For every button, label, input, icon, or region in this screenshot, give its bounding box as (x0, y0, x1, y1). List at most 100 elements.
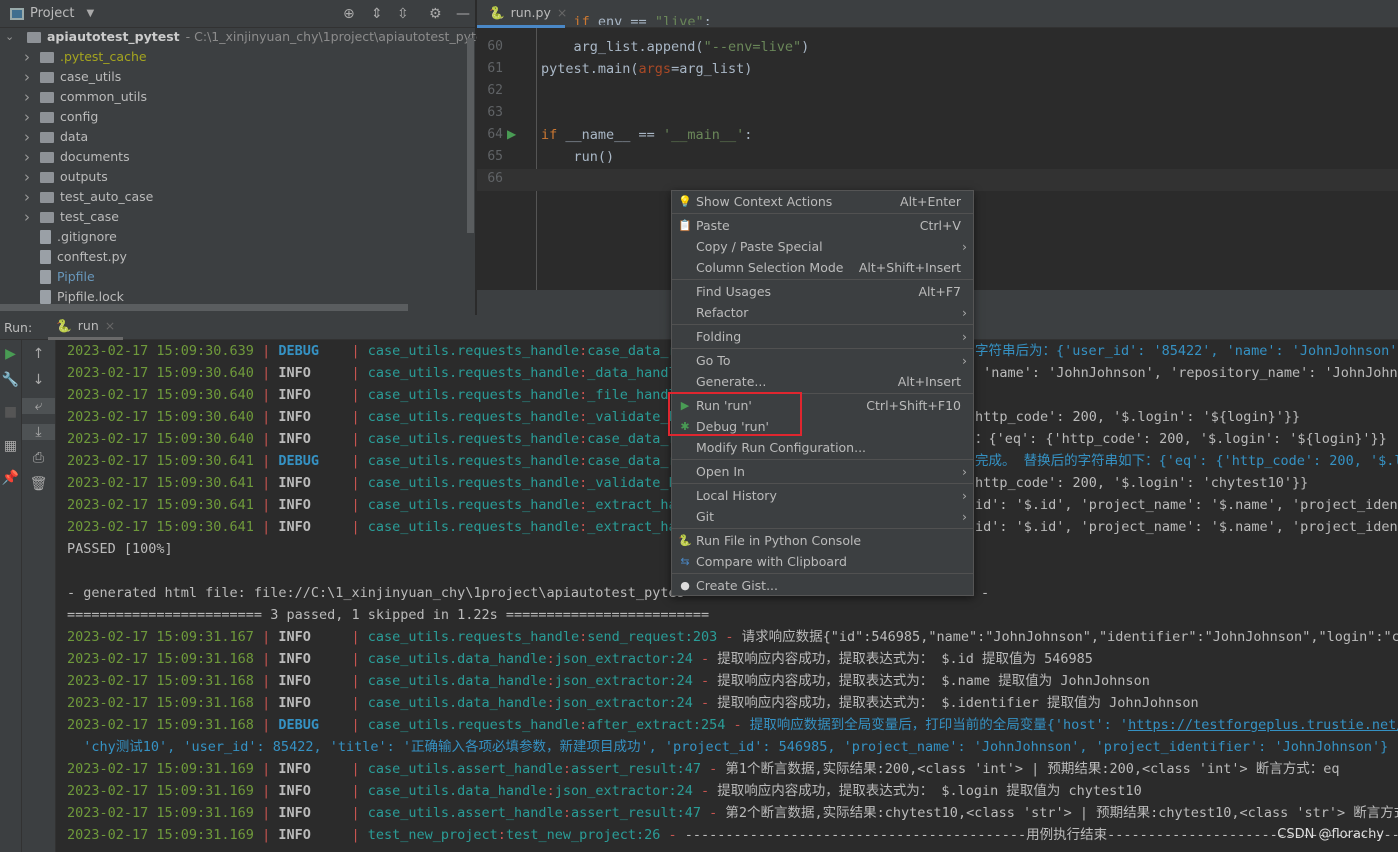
log-continuation: 'chy测试10', 'user_id': 85422, 'title': '正… (67, 739, 1389, 755)
hide-icon[interactable]: — (456, 6, 470, 22)
print-icon[interactable]: ⎙ (22, 450, 55, 466)
chevron-right-icon[interactable]: › (24, 147, 34, 167)
log-module: case_utils.requests_handle (367, 629, 580, 645)
menu-item-git[interactable]: Git › (672, 506, 973, 527)
chevron-right-icon[interactable]: › (24, 127, 34, 147)
menu-item-folding[interactable]: Folding › (672, 326, 973, 347)
dash: - (725, 717, 750, 733)
tree-item[interactable]: .gitignore (24, 227, 117, 247)
chevron-right-icon[interactable]: › (24, 47, 34, 67)
log-timestamp: 2023-02-17 15:09:30.641 (67, 519, 254, 535)
log-level: INFO (278, 761, 311, 777)
log-level: INFO (278, 431, 311, 447)
separator: | (351, 343, 368, 359)
chevron-down-icon[interactable]: ▼ (86, 8, 94, 19)
menu-item-go-to[interactable]: Go To › (672, 350, 973, 371)
dash: - (692, 651, 718, 667)
menu-separator (672, 348, 973, 349)
menu-item-paste[interactable]: 📋 Paste Ctrl+V (672, 215, 973, 236)
separator: | (351, 761, 368, 777)
menu-item-open-in[interactable]: Open In › (672, 461, 973, 482)
log-row: 2023-02-17 15:09:31.168 | DEBUG | case_u… (67, 714, 1398, 736)
menu-item-create-gist[interactable]: ● Create Gist... (672, 575, 973, 596)
chevron-right-icon[interactable]: › (24, 187, 34, 207)
arrow-up-icon[interactable]: ↑ (22, 346, 55, 362)
gear-icon[interactable]: ⚙ (429, 6, 442, 22)
tree-item-label: config (60, 109, 99, 124)
code-line[interactable]: arg_list.append("--env=live") (541, 36, 810, 58)
tree-item[interactable]: conftest.py (24, 247, 127, 267)
menu-separator (672, 279, 973, 280)
log-message: 第2个断言数据,实际结果:chytest10,<class 'str'> | 预… (725, 805, 1398, 821)
code-line[interactable]: run() (541, 146, 615, 168)
tree-item[interactable]: › data (24, 127, 88, 147)
log-module: case_utils.requests_handle (367, 365, 580, 381)
menu-item-show-context-actions[interactable]: 💡 Show Context Actions Alt+Enter (672, 191, 973, 212)
tree-root[interactable]: ⌄ apiautotest_pytest - C:\1_xinjinyuan_c… (5, 27, 533, 47)
run-tab[interactable]: 🐍 run × (48, 315, 124, 340)
chevron-right-icon[interactable]: › (24, 167, 34, 187)
menu-item-refactor[interactable]: Refactor › (672, 302, 973, 323)
run-gutter-icon[interactable]: ▶ (507, 127, 516, 141)
tree-item[interactable]: › case_utils (24, 67, 121, 87)
arrow-down-icon[interactable]: ↓ (22, 372, 55, 388)
log-module: case_utils.requests_handle (367, 343, 580, 359)
log-message: 请求响应数据{"id":546985,"name":"JohnJohnson",… (741, 629, 1398, 645)
tree-item[interactable]: › .pytest_cache (24, 47, 147, 67)
collapse-all-icon[interactable]: ⇳ (397, 6, 409, 22)
rerun-icon[interactable]: ▶ (0, 346, 21, 362)
close-icon[interactable]: × (105, 318, 115, 333)
menu-item-compare-with-clipboard[interactable]: ⇆ Compare with Clipboard (672, 551, 973, 572)
wrench-icon[interactable]: 🔧 (0, 372, 21, 388)
pin-icon[interactable]: 📌 (0, 470, 21, 486)
tree-item[interactable]: › test_auto_case (24, 187, 153, 207)
chevron-right-icon[interactable]: › (24, 67, 34, 87)
menu-item-copy-paste-special[interactable]: Copy / Paste Special › (672, 236, 973, 257)
colon: : (579, 431, 588, 447)
menu-item-find-usages[interactable]: Find Usages Alt+F7 (672, 281, 973, 302)
root-name: apiautotest_pytest (47, 29, 180, 44)
colon: : (579, 453, 588, 469)
menu-item-column-selection-mode[interactable]: Column Selection Mode Alt+Shift+Insert (672, 257, 973, 278)
stop-icon[interactable]: ■ (0, 404, 21, 420)
colon: : (579, 497, 588, 513)
log-function: assert_result:47 (570, 805, 702, 821)
tree-item[interactable]: Pipfile (24, 267, 95, 287)
colon: : (546, 695, 555, 711)
menu-item-generate[interactable]: Generate... Alt+Insert (672, 371, 973, 392)
menu-item-modify-run-configuration[interactable]: Modify Run Configuration... (672, 437, 973, 458)
tree-item[interactable]: › outputs (24, 167, 108, 187)
project-title[interactable]: Project (30, 6, 74, 21)
summary-line: ======================== 3 passed, 1 ski… (67, 607, 710, 623)
menu-item-local-history[interactable]: Local History › (672, 485, 973, 506)
expand-all-icon[interactable]: ⇕ (371, 6, 383, 22)
log-timestamp: 2023-02-17 15:09:31.169 (67, 783, 254, 799)
horizontal-scrollbar[interactable] (0, 304, 408, 311)
tree-item[interactable]: › config (24, 107, 98, 127)
scroll-to-end-icon[interactable]: ⤓ (22, 424, 55, 440)
chevron-right-icon[interactable]: › (24, 107, 34, 127)
locate-icon[interactable]: ⊕ (343, 6, 355, 22)
vertical-scrollbar[interactable] (467, 38, 474, 233)
tree-item-label: .pytest_cache (60, 49, 147, 64)
tree-item[interactable]: › common_utils (24, 87, 147, 107)
soft-wrap-icon[interactable]: ⤶ (22, 398, 55, 414)
chevron-down-icon[interactable]: ⌄ (5, 27, 15, 47)
tree-item[interactable]: › test_case (24, 207, 119, 227)
layout-icon[interactable]: ▦ (0, 438, 21, 454)
line-number: 66 (487, 171, 503, 186)
log-timestamp: 2023-02-17 15:09:30.640 (67, 387, 254, 403)
dash: - (717, 629, 742, 645)
chevron-right-icon[interactable]: › (24, 207, 34, 227)
colon: : (579, 409, 588, 425)
trash-icon[interactable]: 🗑 (22, 476, 55, 492)
folder-icon (40, 91, 54, 103)
log-level: INFO (278, 629, 311, 645)
code-line[interactable]: pytest.main(args=arg_list) (541, 58, 752, 80)
tree-item[interactable]: › documents (24, 147, 130, 167)
tree-item-label: conftest.py (57, 249, 127, 264)
menu-item-run-file-in-python-console[interactable]: 🐍 Run File in Python Console (672, 530, 973, 551)
code-line[interactable]: if __name__ == '__main__': (541, 124, 752, 146)
pad (319, 453, 352, 469)
chevron-right-icon[interactable]: › (24, 87, 34, 107)
